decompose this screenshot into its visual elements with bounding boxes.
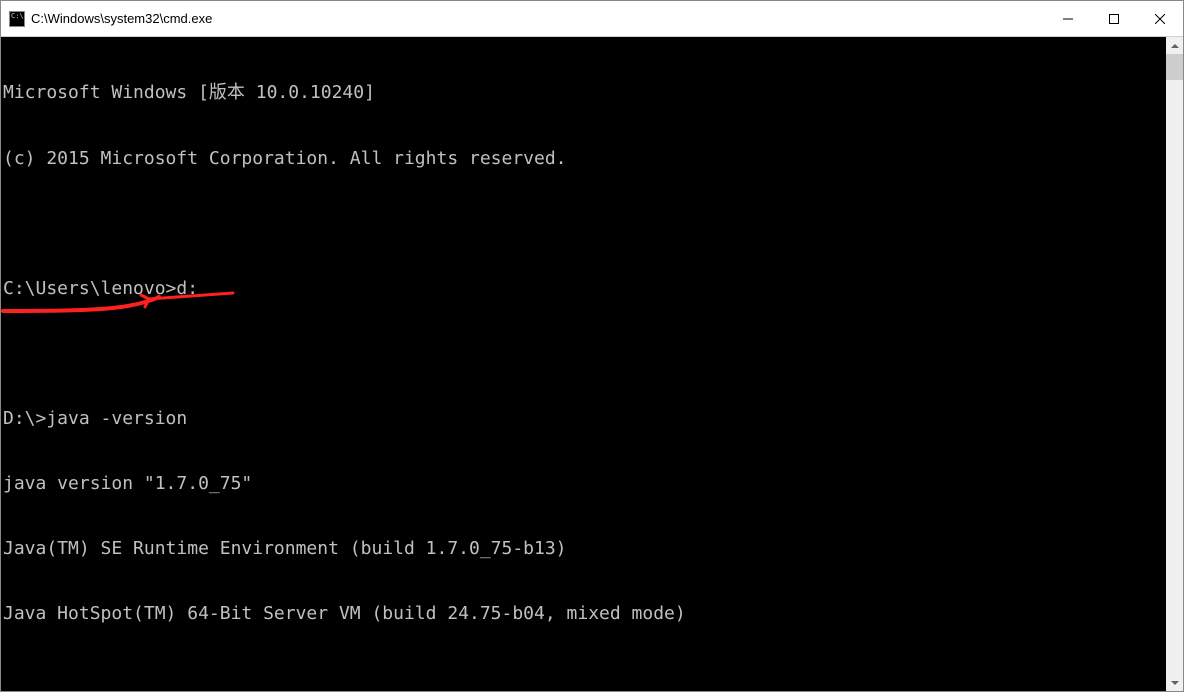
maximize-button[interactable]	[1091, 1, 1137, 36]
terminal-line: Microsoft Windows [版本 10.0.10240]	[3, 82, 1164, 104]
terminal-line	[3, 343, 1164, 365]
scrollbar-down-button[interactable]	[1166, 674, 1183, 691]
scrollbar[interactable]	[1166, 37, 1183, 691]
terminal-line	[3, 213, 1164, 235]
minimize-icon	[1063, 14, 1073, 24]
scrollbar-track[interactable]	[1166, 54, 1183, 674]
terminal-line: java version "1.7.0_75"	[3, 473, 1164, 495]
maximize-icon	[1109, 14, 1119, 24]
terminal-line	[3, 668, 1164, 690]
window-title: C:\Windows\system32\cmd.exe	[31, 11, 1045, 26]
titlebar[interactable]: C:\Windows\system32\cmd.exe	[1, 1, 1183, 37]
close-button[interactable]	[1137, 1, 1183, 36]
minimize-button[interactable]	[1045, 1, 1091, 36]
scrollbar-up-button[interactable]	[1166, 37, 1183, 54]
chevron-up-icon	[1171, 44, 1179, 48]
chevron-down-icon	[1171, 681, 1179, 685]
terminal-line: C:\Users\lenovo>d:	[3, 278, 1164, 300]
cmd-icon	[9, 11, 25, 27]
window-controls	[1045, 1, 1183, 36]
terminal-line: Java(TM) SE Runtime Environment (build 1…	[3, 538, 1164, 560]
terminal-line: Java HotSpot(TM) 64-Bit Server VM (build…	[3, 603, 1164, 625]
terminal-area: Microsoft Windows [版本 10.0.10240] (c) 20…	[1, 37, 1183, 691]
terminal-output[interactable]: Microsoft Windows [版本 10.0.10240] (c) 20…	[1, 37, 1166, 691]
terminal-line: (c) 2015 Microsoft Corporation. All righ…	[3, 148, 1164, 170]
terminal-line: D:\>java -version	[3, 408, 1164, 430]
scrollbar-thumb[interactable]	[1166, 54, 1183, 80]
close-icon	[1155, 14, 1165, 24]
